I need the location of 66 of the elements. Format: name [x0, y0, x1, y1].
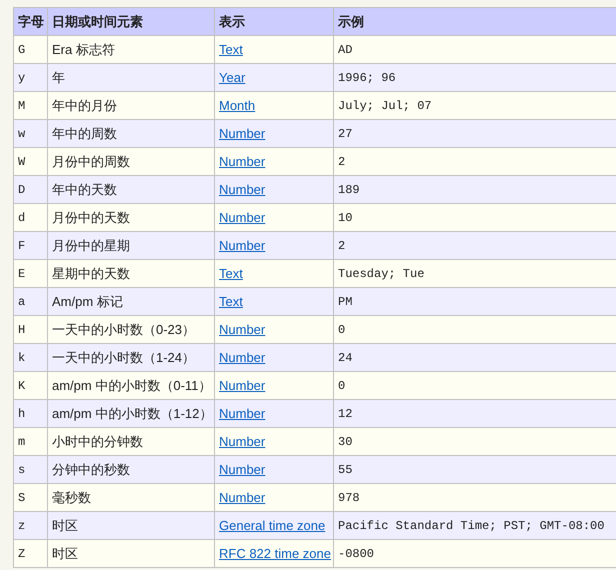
column-header: 表示 [214, 8, 334, 36]
pattern-letter: W [14, 148, 48, 176]
presentation-link[interactable]: Text [219, 266, 243, 281]
pattern-letter: s [14, 456, 48, 484]
example-cell: 0 [334, 316, 616, 344]
element-cell: 月份中的天数 [48, 204, 214, 232]
pattern-letter: y [14, 64, 48, 92]
example-cell: PM [334, 288, 616, 316]
example-cell: -0800 [334, 540, 616, 568]
example-cell: 1996; 96 [334, 64, 616, 92]
pattern-letter: G [14, 36, 48, 64]
element-cell: 月份中的星期 [48, 232, 214, 260]
pattern-letter: S [14, 484, 48, 512]
example-cell: 2 [334, 232, 616, 260]
pattern-letter: M [14, 92, 48, 120]
example-cell: 24 [334, 344, 616, 372]
example-cell: 189 [334, 176, 616, 204]
example-cell: 2 [334, 148, 616, 176]
example-cell: 12 [334, 400, 616, 428]
element-cell: 一天中的小时数（0-23） [48, 316, 214, 344]
column-header: 日期或时间元素 [48, 8, 214, 36]
example-cell: 27 [334, 120, 616, 148]
pattern-letter: m [14, 428, 48, 456]
pattern-letter: H [14, 316, 48, 344]
element-cell: am/pm 中的小时数（0-11） [48, 372, 214, 400]
element-cell: 年中的月份 [48, 92, 214, 120]
pattern-letter: w [14, 120, 48, 148]
element-cell: 星期中的天数 [48, 260, 214, 288]
pattern-letter: z [14, 512, 48, 540]
element-cell: Am/pm 标记 [48, 288, 214, 316]
element-cell: Era 标志符 [48, 36, 214, 64]
pattern-letter: a [14, 288, 48, 316]
presentation-link[interactable]: Month [219, 98, 256, 113]
element-cell: 年中的周数 [48, 120, 214, 148]
pattern-letter: d [14, 204, 48, 232]
example-cell: Pacific Standard Time; PST; GMT-08:00 [334, 512, 616, 540]
example-cell: 55 [334, 456, 616, 484]
column-header: 字母 [14, 8, 48, 36]
pattern-letter: K [14, 372, 48, 400]
element-cell: 月份中的周数 [48, 148, 214, 176]
presentation-link[interactable]: Text [219, 42, 243, 57]
element-cell: am/pm 中的小时数（1-12） [48, 400, 214, 428]
element-cell: 时区 [48, 540, 214, 568]
pattern-letter: h [14, 400, 48, 428]
example-cell: 978 [334, 484, 616, 512]
element-cell: 年 [48, 64, 214, 92]
pattern-letter: Z [14, 540, 48, 568]
element-cell: 年中的天数 [48, 176, 214, 204]
element-cell: 分钟中的秒数 [48, 456, 214, 484]
pattern-letter: k [14, 344, 48, 372]
example-cell: July; Jul; 07 [334, 92, 616, 120]
element-cell: 小时中的分钟数 [48, 428, 214, 456]
pattern-letter: D [14, 176, 48, 204]
example-cell: 10 [334, 204, 616, 232]
presentation-link[interactable]: Text [219, 294, 243, 309]
element-cell: 毫秒数 [48, 484, 214, 512]
element-cell: 时区 [48, 512, 214, 540]
example-cell: 30 [334, 428, 616, 456]
pattern-letter: F [14, 232, 48, 260]
element-cell: 一天中的小时数（1-24） [48, 344, 214, 372]
column-header: 示例 [334, 8, 616, 36]
pattern-letter: E [14, 260, 48, 288]
example-cell: 0 [334, 372, 616, 400]
presentation-link[interactable]: Year [219, 70, 246, 85]
example-cell: Tuesday; Tue [334, 260, 616, 288]
example-cell: AD [334, 36, 616, 64]
